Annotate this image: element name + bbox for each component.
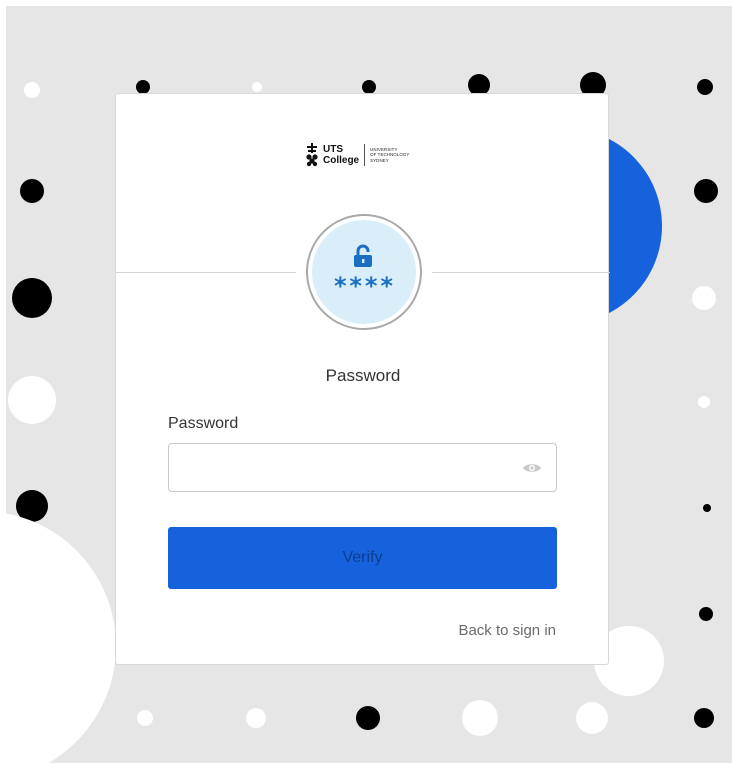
university-name: UNIVERSITY OF TECHNOLOGY SYDNEY [370,147,409,163]
brand-name-line2: College [323,155,360,166]
bg-dot [137,710,153,726]
auth-factor-badge-inner: **** [312,220,416,324]
back-to-sign-in-link[interactable]: Back to sign in [458,622,556,639]
bg-large-white-circle [6,511,116,763]
bg-dot [703,504,711,512]
header-divider-left [116,272,296,273]
bg-dot [20,179,44,203]
header-divider-right [432,272,610,273]
bg-dot [8,376,56,424]
eye-icon[interactable] [522,461,542,475]
brand-name-line1: UTS [323,144,343,155]
bg-dot [252,82,262,92]
bg-dot [699,607,713,621]
page-title: Password [325,366,401,385]
verify-card: UTS College UNIVERSITY OF TECHNOLOGY SYD… [115,93,610,665]
bg-dot [694,708,714,728]
bg-dot [356,706,380,730]
university-line3: SYDNEY [370,157,389,163]
uts-college-logo: UTS College UNIVERSITY OF TECHNOLOGY SYD… [304,140,434,170]
bg-dot [576,702,608,734]
logo-divider [364,144,366,166]
password-input[interactable] [179,444,523,491]
bg-dot [24,82,40,98]
uts-crest-icon [306,143,318,167]
bg-dot [692,286,716,310]
verify-button[interactable]: Verify [168,527,557,589]
bg-dot [697,79,713,95]
bg-dot [246,708,266,728]
password-label: Password [168,415,239,432]
bg-dot [694,179,718,203]
bg-dot [12,278,52,318]
brand-name: UTS College [323,144,359,166]
bg-dot [462,700,498,736]
auth-factor-badge: **** [306,214,422,330]
bg-dot [136,80,150,94]
bg-dot [362,80,376,94]
password-field[interactable] [168,443,557,492]
unlock-icon [354,244,372,267]
bg-dot [698,396,710,408]
masked-password-glyph: **** [333,272,395,300]
